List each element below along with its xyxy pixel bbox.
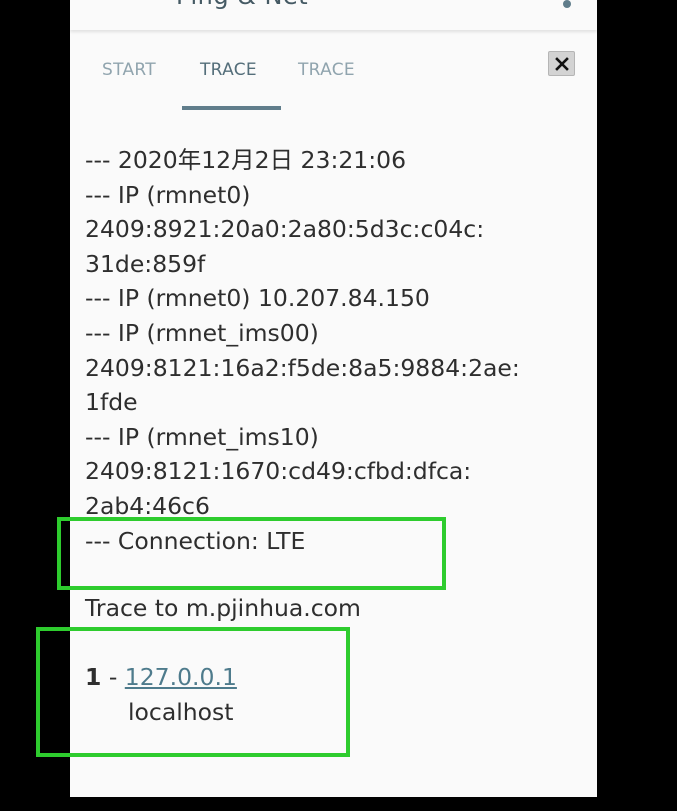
- app-title: Ping & Net: [176, 0, 308, 10]
- tab-indicator: [182, 106, 281, 110]
- tab-start[interactable]: START: [102, 60, 156, 80]
- log-line: 2409:8121:1670:cd49:cfbd:dfca:: [85, 457, 472, 486]
- hop-highlight: [36, 627, 350, 757]
- log-line: 1fde: [85, 388, 138, 417]
- log-line: 2409:8921:20a0:2a80:5d3c:c04c:: [85, 215, 485, 244]
- trace-log: --- 2020年12月2日 23:21:06 --- IP (rmnet0) …: [85, 143, 585, 558]
- log-line: --- IP (rmnet0) 10.207.84.150: [85, 284, 430, 313]
- tab-bar: START TRACE TRACE: [70, 44, 597, 114]
- app-bar: Ping & Net: [70, 0, 597, 30]
- tab-trace[interactable]: TRACE: [298, 60, 355, 80]
- log-line: 2409:8121:16a2:f5de:8a5:9884:2ae:: [85, 353, 520, 382]
- trace-target: Trace to m.pjinhua.com: [85, 594, 361, 622]
- close-tab-button[interactable]: [548, 51, 575, 76]
- log-line: 31de:859f: [85, 249, 206, 278]
- log-line: --- IP (rmnet_ims10): [85, 422, 319, 451]
- share-icon[interactable]: [555, 0, 571, 8]
- log-line: --- 2020年12月2日 23:21:06: [85, 146, 407, 174]
- connection-highlight: [57, 517, 446, 590]
- log-line: --- IP (rmnet0): [85, 180, 251, 209]
- close-icon: [554, 56, 569, 71]
- tab-trace-active[interactable]: TRACE: [200, 60, 257, 80]
- log-line: --- IP (rmnet_ims00): [85, 318, 319, 347]
